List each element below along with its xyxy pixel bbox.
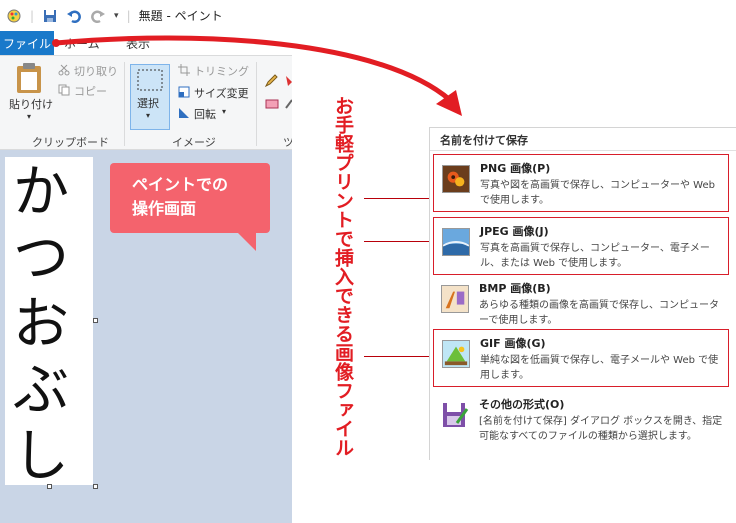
save-other-title: その他の形式(O) — [479, 398, 565, 411]
select-button[interactable]: 選択 ▾ — [130, 64, 170, 130]
canvas-char: し — [13, 424, 69, 489]
copy-button[interactable]: コピー — [74, 83, 107, 99]
select-icon — [137, 69, 163, 91]
select-label: 選択 — [137, 97, 159, 110]
canvas-char: ぶ — [13, 358, 69, 423]
paste-button[interactable]: 貼り付け — [9, 96, 53, 112]
tab-view[interactable]: 表示 — [126, 31, 150, 55]
save-gif-desc: 単純な図を低画質で保存し、電子メールや Web で使用します。 — [480, 355, 719, 381]
tools-group-label: ツ — [283, 136, 292, 149]
cut-button[interactable]: 切り取り — [74, 63, 118, 79]
callout-line-2: 操作画面 — [132, 199, 197, 218]
jpeg-icon — [442, 228, 470, 256]
save-as-panel: 名前を付けて保存 PNG 画像(P) 写真や図を高画質で保存し、コンピューターや… — [429, 127, 736, 460]
save-gif-title: GIF 画像(G) — [480, 337, 546, 350]
save-bmp-item[interactable]: BMP 画像(B) あらゆる種類の画像を高画質で保存し、コンピューターで使用しま… — [433, 275, 729, 333]
clipboard-group-label: クリップボード — [32, 136, 109, 149]
copy-icon[interactable] — [58, 84, 70, 96]
quick-access-dropdown-icon[interactable]: ▾ — [114, 11, 119, 21]
ribbon-separator — [124, 62, 125, 146]
color-picker-icon[interactable] — [284, 98, 292, 110]
paste-icon[interactable] — [14, 62, 44, 94]
canvas-char: お — [13, 292, 69, 357]
ribbon-separator-2 — [256, 62, 257, 146]
redo-icon[interactable] — [90, 8, 106, 24]
save-jpeg-item[interactable]: JPEG 画像(J) 写真を高画質で保存し、コンピューター、電子メール、または … — [433, 217, 729, 275]
callout-line-1: ペイントでの — [132, 175, 229, 194]
connector-line-png — [364, 198, 432, 199]
titlebar-divider-2: | — [126, 8, 131, 23]
image-group-label: イメージ — [172, 136, 216, 149]
paint-app-icon — [7, 9, 21, 22]
resize-icon[interactable] — [178, 86, 190, 98]
save-png-desc: 写真や図を高画質で保存し、コンピューターや Web で使用します。 — [480, 180, 715, 206]
save-bmp-title: BMP 画像(B) — [479, 282, 551, 295]
connector-line-gif — [364, 356, 432, 357]
save-jpeg-desc: 写真を高画質で保存し、コンピューター、電子メール、または Web で使用します。 — [480, 243, 710, 269]
cut-icon[interactable] — [58, 64, 70, 76]
pencil-icon[interactable] — [264, 74, 278, 88]
crop-button[interactable]: トリミング — [194, 63, 249, 79]
paint-window: | ▾ | 無題 - ペイント ファイル ホーム 表示 貼り付け ▾ 切り取り … — [0, 0, 292, 523]
title-bar: | ▾ | 無題 - ペイント — [0, 0, 292, 31]
save-icon[interactable] — [42, 8, 58, 24]
tab-home[interactable]: ホーム — [64, 31, 100, 55]
rotate-icon[interactable] — [178, 107, 190, 119]
canvas-char: か — [13, 160, 69, 225]
panel-divider — [430, 150, 736, 151]
png-icon — [442, 165, 470, 193]
save-jpeg-title: JPEG 画像(J) — [480, 225, 549, 238]
save-other-desc: [名前を付けて保存] ダイアログ ボックスを開き、指定可能なすべてのファイルの種… — [479, 416, 723, 442]
save-bmp-desc: あらゆる種類の画像を高画質で保存し、コンピューターで使用します。 — [479, 300, 719, 326]
canvas[interactable]: か つ お ぶ し — [5, 157, 93, 485]
resize-handle-right[interactable] — [93, 318, 98, 323]
resize-handle-corner[interactable] — [93, 484, 98, 489]
save-png-title: PNG 画像(P) — [480, 162, 551, 175]
window-title: 無題 - ペイント — [138, 9, 223, 23]
canvas-char: つ — [13, 226, 69, 291]
other-formats-icon — [443, 403, 469, 427]
save-gif-item[interactable]: GIF 画像(G) 単純な図を低画質で保存し、電子メールや Web で使用します… — [433, 329, 729, 387]
callout-tail — [238, 233, 256, 251]
rotate-button[interactable]: 回転 — [194, 106, 216, 122]
titlebar-divider: | — [30, 8, 35, 23]
gif-icon — [442, 340, 470, 368]
bmp-icon — [441, 285, 469, 313]
callout-bubble: ペイントでの 操作画面 — [110, 163, 270, 233]
fill-icon[interactable] — [284, 74, 292, 88]
resize-handle-bottom[interactable] — [47, 484, 52, 489]
paste-dropdown-icon[interactable]: ▾ — [27, 112, 31, 121]
file-tab[interactable]: ファイル — [0, 31, 54, 55]
eraser-icon[interactable] — [264, 98, 280, 110]
save-as-title: 名前を付けて保存 — [440, 134, 528, 147]
select-dropdown-icon: ▾ — [146, 111, 151, 120]
save-png-item[interactable]: PNG 画像(P) 写真や図を高画質で保存し、コンピューターや Web で使用し… — [433, 154, 729, 212]
ribbon: 貼り付け ▾ 切り取り コピー クリップボード 選択 ▾ トリミング サイズ変更… — [0, 55, 292, 150]
menu-bar: ファイル ホーム 表示 — [0, 31, 292, 55]
rotate-dropdown-icon[interactable]: ▾ — [222, 107, 226, 116]
resize-button[interactable]: サイズ変更 — [194, 85, 249, 101]
crop-icon[interactable] — [178, 64, 190, 76]
connector-line-jpeg — [364, 241, 432, 242]
save-other-formats-item[interactable]: その他の形式(O) [名前を付けて保存] ダイアログ ボックスを開き、指定可能な… — [433, 391, 729, 449]
annotation-text: お手軽プリントで挿入できる画像ファイル — [332, 96, 354, 457]
undo-icon[interactable] — [66, 8, 82, 24]
